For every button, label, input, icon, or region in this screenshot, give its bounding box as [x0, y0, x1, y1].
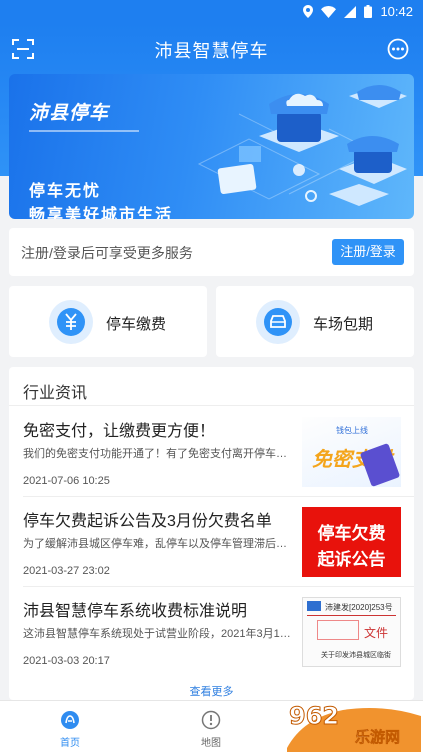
home-icon: [61, 711, 79, 729]
tab-label: 首页: [60, 738, 80, 749]
news-thumbnail: 钱包上线 免密支付: [302, 417, 401, 487]
banner-logo-text: 沛县停车: [29, 103, 110, 124]
signal-icon: [344, 5, 357, 18]
news-thumbnail: 沛建发[2020]253号 文件 关于印发沛县城区临街: [302, 597, 401, 667]
service-label: 车场包期: [313, 316, 374, 333]
thumb-doc: 文件: [363, 626, 388, 640]
banner-line1: 停车无忧: [29, 183, 102, 200]
seal-icon: [307, 601, 321, 611]
news-desc: 这沛县智慧停车系统现处于试营业阶段，2021年3月1日起…: [23, 628, 295, 640]
service-parking-subscription[interactable]: 车场包期: [216, 286, 414, 357]
more-icon[interactable]: [387, 38, 409, 60]
watermark-logo: 962: [288, 702, 340, 731]
smart-city-illustration: [197, 85, 407, 206]
news-date: 2021-03-27 23:02: [23, 565, 110, 577]
watermark: 962 乐游网: [283, 698, 423, 752]
wifi-icon: [321, 5, 337, 18]
view-more-link[interactable]: 查看更多: [9, 683, 414, 699]
thumb-footer: 关于印发沛县城区临街: [321, 652, 391, 659]
car-icon: [256, 300, 300, 344]
thumb-line1: 停车欠费: [317, 524, 386, 543]
news-date: 2021-03-03 20:17: [23, 655, 110, 667]
tab-home[interactable]: 首页: [30, 701, 110, 752]
status-bar: 10:42: [0, 0, 423, 24]
login-hint: 注册/登录后可享受更多服务: [21, 245, 193, 261]
thumb-box: [317, 620, 359, 640]
news-item[interactable]: 免密支付，让缴费更方便！ 我们的免密支付功能开通了！有了免密支付离开停车位时… …: [9, 407, 414, 497]
news-item[interactable]: 停车欠费起诉公告及3月份欠费名单 为了缓解沛县城区停车难，乱停车以及停车管理滞后…: [9, 497, 414, 587]
banner-line2: 畅享美好城市生活: [29, 207, 174, 219]
map-icon: [201, 710, 221, 730]
login-button[interactable]: 注册/登录: [332, 239, 404, 265]
thumb-tag: 钱包上线: [336, 426, 368, 435]
news-date: 2021-07-06 10:25: [23, 475, 110, 487]
banner-divider: [29, 130, 139, 132]
watermark-text: 乐游网: [355, 729, 401, 747]
app-title: 沛县智慧停车: [154, 41, 269, 61]
news-title: 免密支付，让缴费更方便！: [23, 423, 216, 440]
app-bar: 沛县智慧停车: [0, 24, 423, 74]
status-time: 10:42: [380, 4, 413, 19]
news-section: 行业资讯 免密支付，让缴费更方便！ 我们的免密支付功能开通了！有了免密支付离开停…: [9, 367, 414, 700]
news-desc: 为了缓解沛县城区停车难，乱停车以及停车管理滞后的问…: [23, 538, 295, 550]
service-label: 停车缴费: [106, 316, 167, 333]
thumb-header: 沛建发[2020]253号: [325, 603, 393, 612]
news-item[interactable]: 沛县智慧停车系统收费标准说明 这沛县智慧停车系统现处于试营业阶段，2021年3月…: [9, 587, 414, 677]
service-parking-payment[interactable]: 停车缴费: [9, 286, 207, 357]
divider: [9, 405, 414, 406]
news-title: 停车欠费起诉公告及3月份欠费名单: [23, 513, 272, 530]
news-title: 沛县智慧停车系统收费标准说明: [23, 603, 248, 620]
divider: [307, 615, 396, 616]
tab-map[interactable]: 地图: [171, 701, 251, 752]
news-section-title: 行业资讯: [23, 385, 88, 402]
tab-label: 地图: [201, 738, 221, 749]
thumb-line2: 起诉公告: [317, 550, 386, 569]
battery-icon: [364, 5, 373, 18]
news-thumbnail: 停车欠费 起诉公告: [302, 507, 401, 577]
location-icon: [303, 5, 314, 18]
promo-banner[interactable]: 沛县停车 停车无忧 畅享美好城市生活: [9, 74, 414, 219]
news-desc: 我们的免密支付功能开通了！有了免密支付离开停车位时…: [23, 448, 295, 460]
login-prompt-card: 注册/登录后可享受更多服务 注册/登录: [9, 228, 414, 276]
payment-icon: [49, 300, 93, 344]
